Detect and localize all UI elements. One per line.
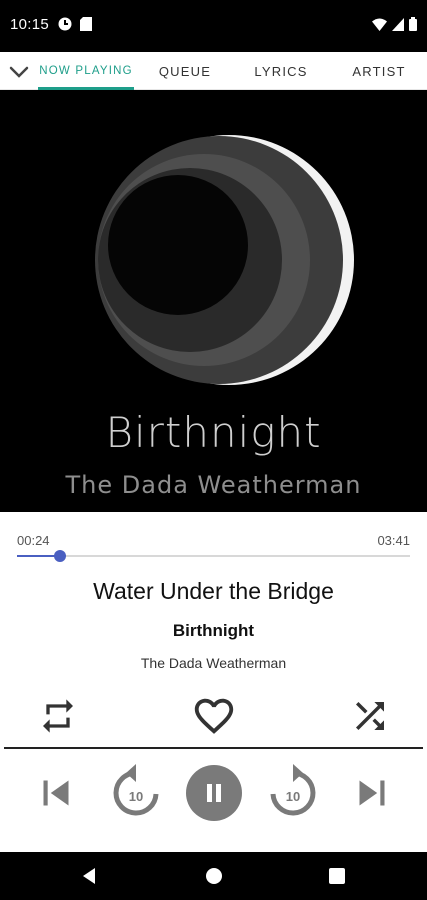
previous-button[interactable] <box>30 768 82 818</box>
album-art-title: Birthnight <box>105 408 322 457</box>
total-time: 03:41 <box>377 533 410 548</box>
tab-label: LYRICS <box>254 63 308 79</box>
wifi-icon <box>372 18 387 36</box>
elapsed-time: 00:24 <box>17 533 50 548</box>
chevron-down-icon <box>9 66 29 78</box>
favorite-button[interactable] <box>188 690 240 742</box>
system-nav-bar <box>0 852 427 900</box>
collapse-button[interactable] <box>6 60 32 84</box>
album-name[interactable]: Birthnight <box>0 621 427 641</box>
battery-icon <box>409 17 417 36</box>
pause-icon <box>207 784 221 802</box>
repeat-button[interactable] <box>32 692 84 740</box>
home-button[interactable] <box>199 862 229 890</box>
home-icon <box>206 868 222 884</box>
tab-label: QUEUE <box>158 63 212 79</box>
song-title: Water Under the Bridge <box>93 578 334 604</box>
recents-button[interactable] <box>322 862 352 890</box>
tab-queue[interactable]: QUEUE <box>140 52 230 90</box>
shuffle-button[interactable] <box>344 692 396 740</box>
artist-name[interactable]: The Dada Weatherman <box>0 655 427 671</box>
heart-outline-icon <box>194 698 234 734</box>
tab-artist[interactable]: ARTIST <box>334 52 424 90</box>
tab-lyrics[interactable]: LYRICS <box>236 52 326 90</box>
skip-previous-icon <box>43 780 69 806</box>
status-time: 10:15 <box>10 16 50 33</box>
forward-10-button[interactable]: 10 <box>265 763 321 821</box>
album-art: Birthnight The Dada Weatherman <box>0 90 427 512</box>
status-left-icons <box>58 17 92 36</box>
seek-bar[interactable] <box>17 550 410 562</box>
skip-next-icon <box>359 780 385 806</box>
tab-label: ARTIST <box>352 63 406 79</box>
album-art-artist: The Dada Weatherman <box>65 471 362 499</box>
notification-app-icon <box>58 17 72 36</box>
signal-icon <box>392 17 404 36</box>
rewind-10-button[interactable]: 10 <box>108 763 164 821</box>
back-icon <box>83 868 95 884</box>
rewind-seconds-label: 10 <box>128 789 144 804</box>
divider <box>4 747 423 749</box>
recents-icon <box>329 868 345 884</box>
back-button[interactable] <box>74 862 104 890</box>
status-bar: 10:15 <box>0 0 427 52</box>
sd-card-icon <box>80 17 92 36</box>
tab-label: NOW PLAYING <box>39 64 133 77</box>
shuffle-icon <box>356 702 384 730</box>
tab-bar: NOW PLAYING QUEUE LYRICS ARTIST <box>0 52 427 90</box>
tab-now-playing[interactable]: NOW PLAYING <box>38 52 134 90</box>
next-button[interactable] <box>346 768 398 818</box>
forward-seconds-label: 10 <box>285 789 301 804</box>
repeat-icon <box>43 699 73 733</box>
seek-thumb[interactable] <box>54 550 67 562</box>
status-right-icons <box>372 17 417 36</box>
pause-button[interactable] <box>186 765 242 821</box>
